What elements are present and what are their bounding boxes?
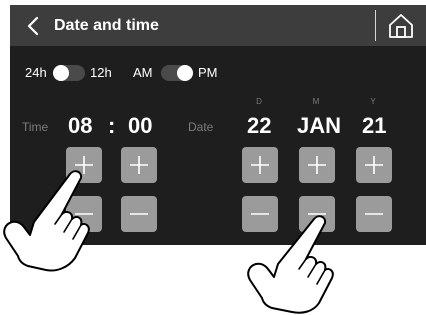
page-title: Date and time bbox=[54, 17, 159, 34]
time-hours: 08 bbox=[68, 113, 93, 138]
day-increase-button[interactable] bbox=[242, 147, 278, 183]
minus-icon bbox=[365, 213, 383, 215]
date-label: Date bbox=[188, 120, 214, 134]
format-12h-label: 12h bbox=[90, 65, 112, 80]
chevron-left-icon[interactable] bbox=[24, 16, 44, 36]
time-label: Time bbox=[22, 120, 49, 134]
year-increase-button[interactable] bbox=[356, 147, 392, 183]
plus-icon bbox=[130, 156, 148, 174]
header-bar: Date and time bbox=[10, 5, 426, 46]
year-decrease-button[interactable] bbox=[356, 196, 392, 232]
am-label: AM bbox=[133, 65, 153, 80]
pointing-hand-icon bbox=[3, 170, 90, 272]
date-month: JAN bbox=[297, 113, 342, 138]
plus-icon bbox=[251, 156, 269, 174]
home-icon[interactable] bbox=[386, 12, 416, 40]
date-day: 22 bbox=[247, 113, 272, 138]
clock-format-switch[interactable] bbox=[53, 65, 85, 81]
pm-label: PM bbox=[198, 65, 218, 80]
time-separator: : bbox=[108, 113, 116, 138]
header-divider bbox=[375, 10, 376, 41]
plus-icon bbox=[308, 156, 326, 174]
format-24h-label: 24h bbox=[25, 65, 47, 80]
month-letter: M bbox=[312, 97, 320, 106]
meridiem-switch[interactable] bbox=[161, 65, 193, 81]
time-minutes: 00 bbox=[128, 113, 153, 138]
pointing-hand-icon bbox=[247, 215, 334, 314]
month-increase-button[interactable] bbox=[299, 147, 335, 183]
switch-knob bbox=[53, 65, 69, 81]
date-year: 21 bbox=[362, 113, 387, 138]
minutes-increase-button[interactable] bbox=[121, 147, 157, 183]
minus-icon bbox=[130, 213, 148, 215]
day-letter: D bbox=[256, 97, 262, 106]
minutes-decrease-button[interactable] bbox=[121, 196, 157, 232]
switch-knob bbox=[177, 65, 193, 81]
plus-icon bbox=[365, 156, 383, 174]
year-letter: Y bbox=[370, 97, 376, 106]
